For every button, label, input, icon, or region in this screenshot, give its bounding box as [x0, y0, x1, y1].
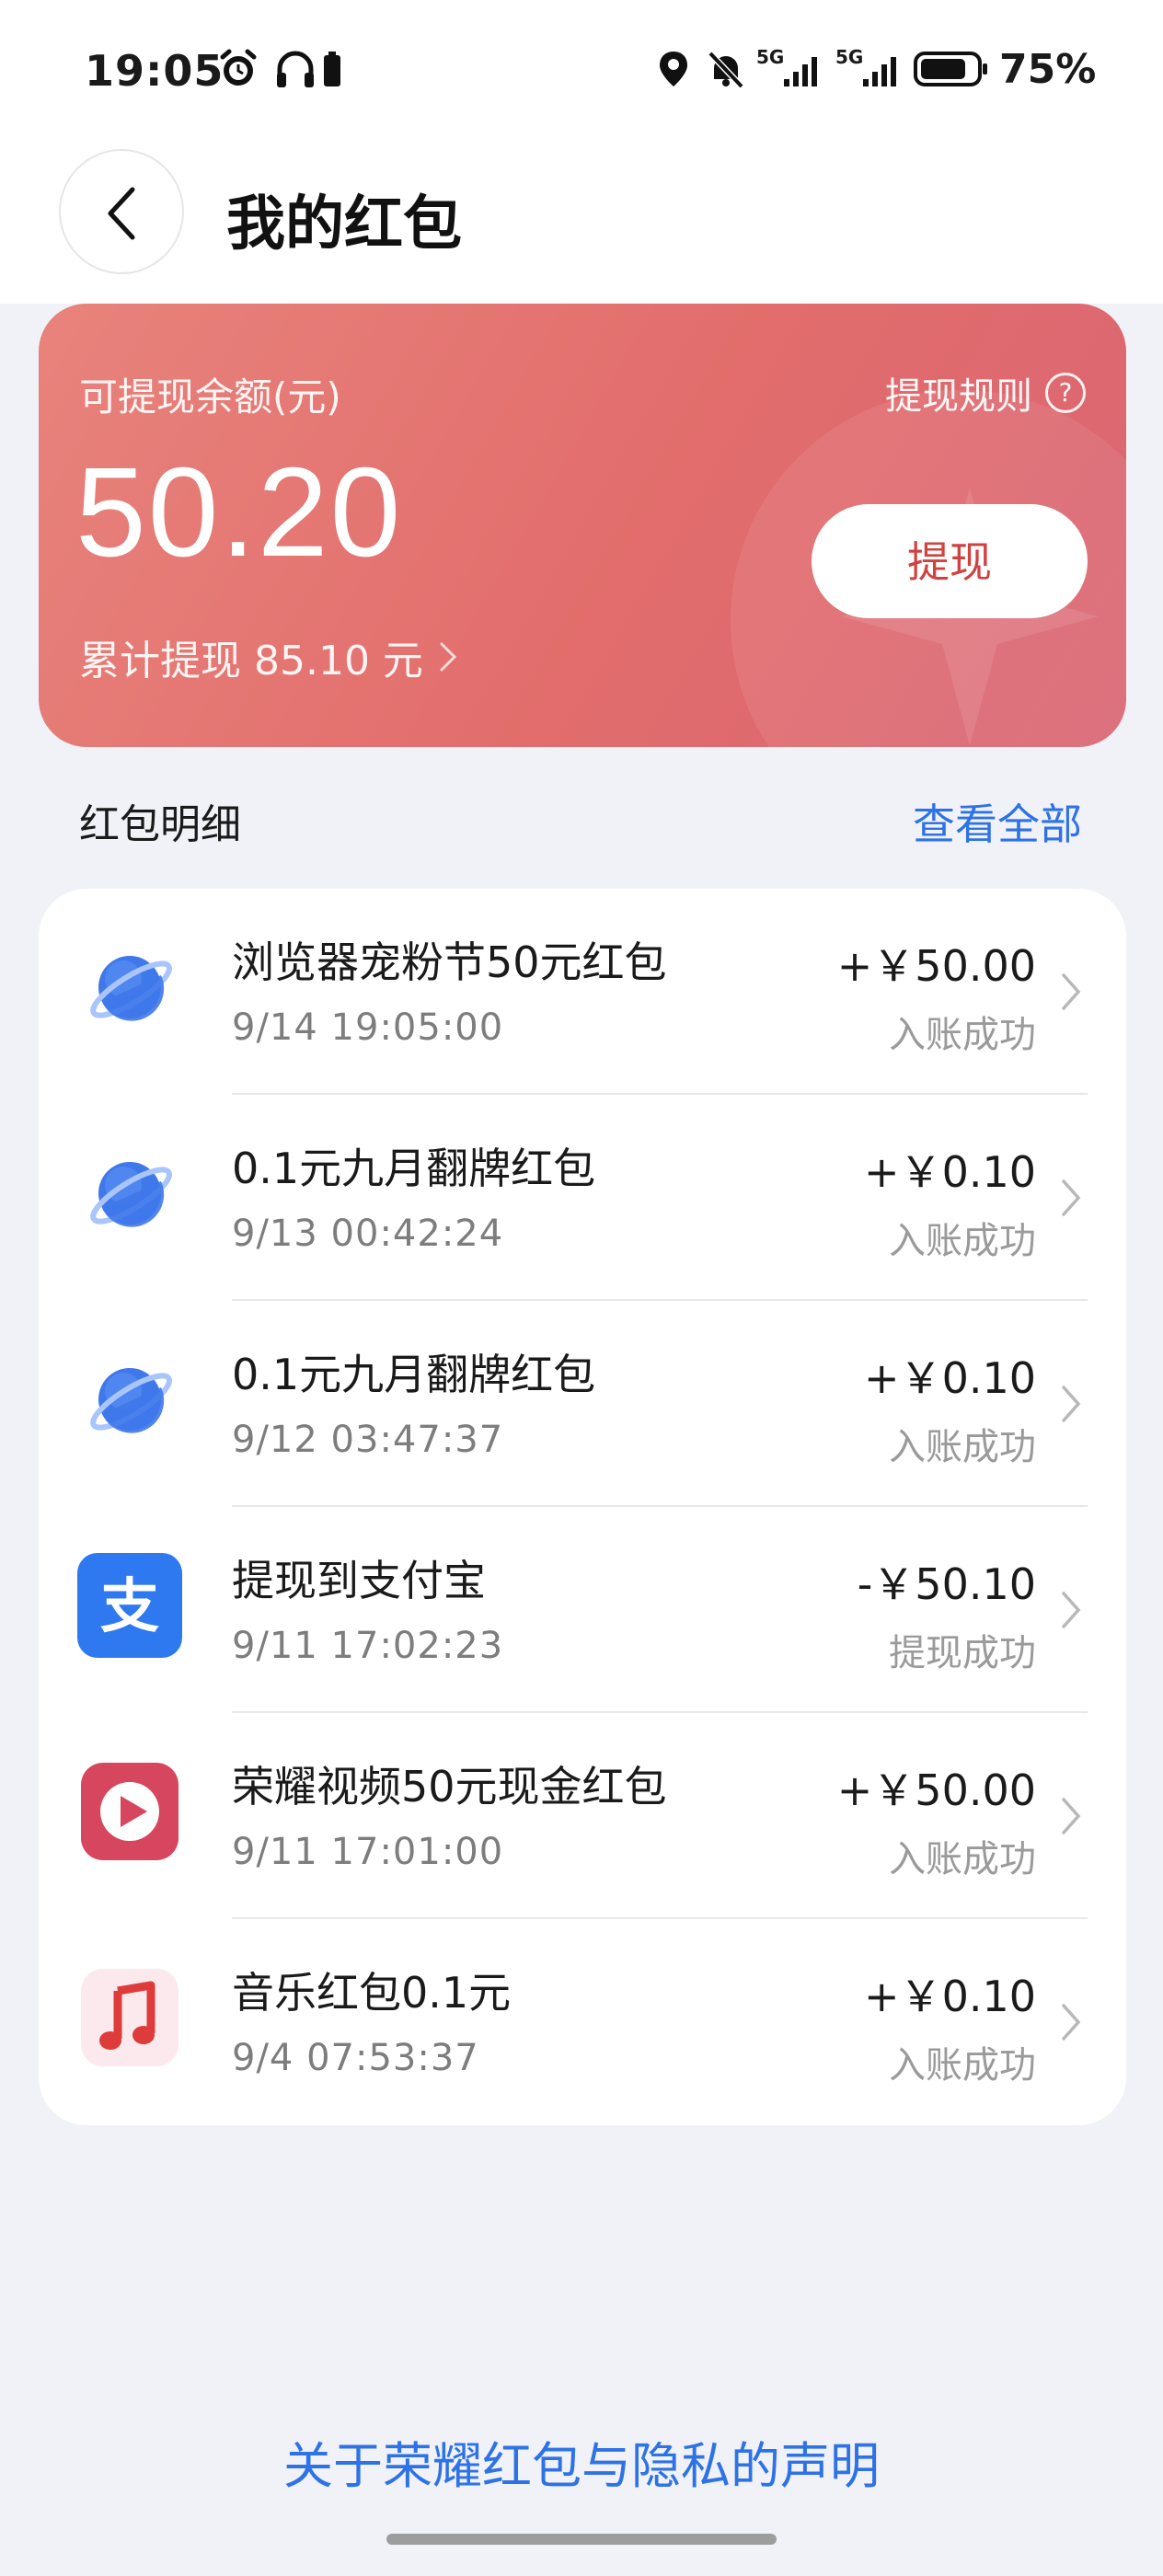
mute-icon [708, 51, 744, 89]
list-item[interactable]: 0.1元九月翻牌红包 9/12 03:47:37 +￥0.10 入账成功 [39, 1301, 1126, 1507]
list-item[interactable]: 0.1元九月翻牌红包 9/13 00:42:24 +￥0.10 入账成功 [39, 1095, 1126, 1301]
music-note-icon [81, 1969, 178, 2066]
alipay-icon: 支 [77, 1553, 182, 1658]
signal-5g-icon [784, 57, 817, 86]
record-status: 入账成功 [889, 2044, 1036, 2087]
list-item[interactable]: 荣耀视频50元现金红包 9/11 17:01:00 +￥50.00 入账成功 [39, 1713, 1126, 1919]
record-amount: +￥0.10 [864, 1972, 1036, 2021]
record-status: 提现成功 [889, 1632, 1036, 1674]
chevron-right-icon [1062, 1179, 1081, 1216]
records-list: 浏览器宠粉节50元红包 9/14 19:05:00 +￥50.00 入账成功 0… [39, 889, 1126, 2125]
page-title: 我的红包 [226, 190, 462, 259]
record-status: 入账成功 [889, 1426, 1036, 1468]
record-title: 0.1元九月翻牌红包 [232, 1144, 596, 1193]
record-status: 入账成功 [889, 1838, 1036, 1880]
battery-small-icon [324, 52, 340, 86]
total-withdrawn-label: 累计提现 85.10 元 [79, 638, 423, 684]
status-time: 19:05 [85, 46, 225, 96]
chevron-right-icon [1062, 2004, 1081, 2041]
question-icon: ? [1045, 373, 1086, 413]
record-status: 入账成功 [889, 1220, 1036, 1262]
browser-planet-icon [90, 1162, 172, 1227]
record-amount: +￥0.10 [864, 1147, 1036, 1197]
record-status: 入账成功 [889, 1014, 1036, 1056]
headphones-icon [277, 51, 314, 87]
list-item[interactable]: 浏览器宠粉节50元红包 9/14 19:05:00 +￥50.00 入账成功 [39, 889, 1126, 1095]
record-title: 提现到支付宝 [232, 1556, 486, 1605]
record-amount: -￥50.10 [857, 1559, 1036, 1609]
home-indicator[interactable] [386, 2534, 777, 2545]
top-area: 19:05 5G 5G 75% 我的红包 [0, 0, 1163, 304]
balance-card: 可提现余额(元) 提现规则 ? 50.20 累计提现 85.10 元 提现 [39, 304, 1126, 747]
balance-amount: 50.20 [75, 442, 403, 583]
record-title: 音乐红包0.1元 [232, 1968, 512, 2018]
list-item[interactable]: 支 提现到支付宝 9/11 17:02:23 -￥50.10 提现成功 [39, 1507, 1126, 1713]
chevron-left-icon [108, 187, 135, 240]
record-amount: +￥50.00 [836, 941, 1036, 991]
withdraw-rule-link[interactable]: 提现规则 ? [885, 366, 1086, 420]
record-time: 9/11 17:01:00 [232, 1831, 504, 1873]
alipay-icon-text: 支 [100, 1573, 159, 1641]
chevron-right-icon [440, 642, 457, 672]
record-title: 浏览器宠粉节50元红包 [232, 937, 667, 987]
browser-planet-icon [90, 1368, 172, 1433]
battery-icon [914, 52, 987, 86]
alarm-icon [220, 49, 257, 86]
status-bar: 19:05 5G 5G 75% [0, 0, 1163, 147]
record-time: 9/11 17:02:23 [232, 1625, 504, 1667]
record-time: 9/4 07:53:37 [232, 2037, 479, 2079]
back-button[interactable] [59, 149, 184, 274]
signal-5g-icon [863, 57, 896, 86]
view-all-link[interactable]: 查看全部 [913, 791, 1082, 852]
section-title: 红包明细 [79, 801, 241, 848]
total-withdrawn-link[interactable]: 累计提现 85.10 元 [79, 627, 458, 686]
record-time: 9/14 19:05:00 [232, 1006, 504, 1049]
battery-percent: 75% [999, 46, 1097, 93]
chevron-right-icon [1062, 1592, 1081, 1628]
chevron-right-icon [1062, 1798, 1081, 1834]
withdraw-rule-label: 提现规则 [885, 375, 1032, 418]
video-play-icon [81, 1763, 178, 1860]
record-amount: +￥50.00 [836, 1765, 1036, 1815]
location-icon [660, 52, 687, 86]
record-title: 荣耀视频50元现金红包 [232, 1762, 667, 1811]
balance-label: 可提现余额(元) [79, 374, 341, 420]
privacy-statement-link[interactable]: 关于荣耀红包与隐私的声明 [0, 2425, 1163, 2498]
chevron-right-icon [1062, 973, 1081, 1010]
chevron-right-icon [1062, 1386, 1081, 1422]
record-time: 9/12 03:47:37 [232, 1419, 504, 1461]
browser-planet-icon [90, 956, 172, 1021]
record-amount: +￥0.10 [864, 1353, 1036, 1403]
record-title: 0.1元九月翻牌红包 [232, 1350, 596, 1399]
withdraw-button[interactable]: 提现 [812, 504, 1088, 618]
list-item[interactable]: 音乐红包0.1元 9/4 07:53:37 +￥0.10 入账成功 [39, 1919, 1126, 2125]
record-time: 9/13 00:42:24 [232, 1213, 504, 1255]
